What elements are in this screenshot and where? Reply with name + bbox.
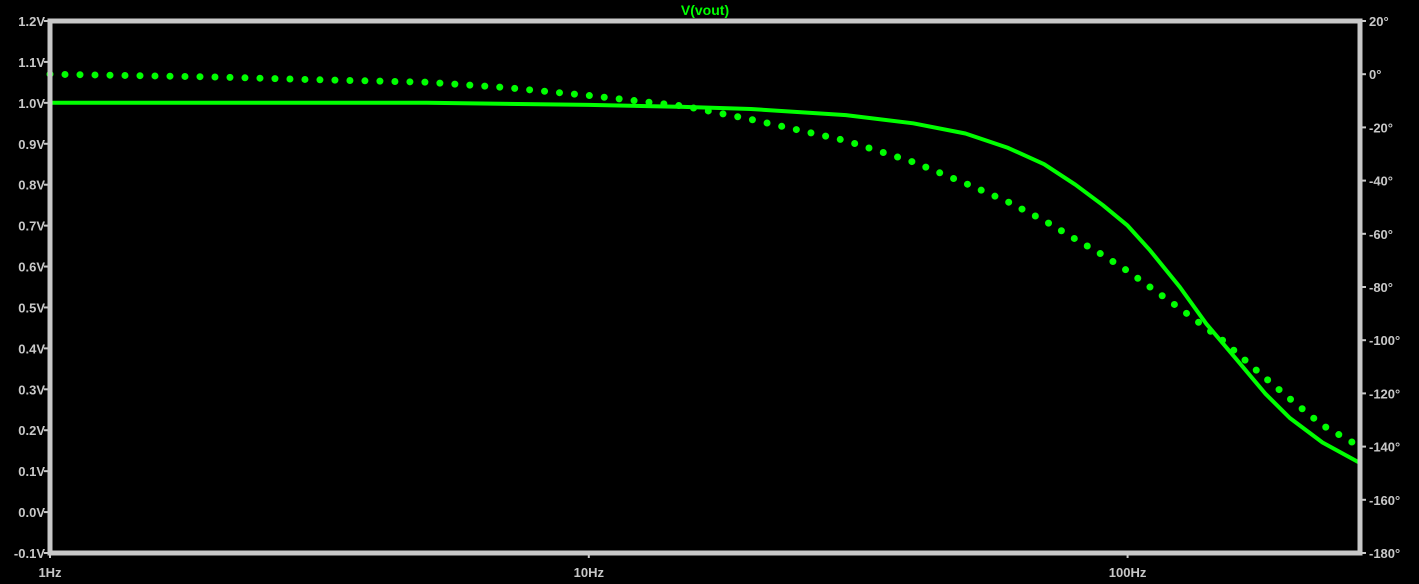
y-tick-label: 0.5V xyxy=(18,300,45,315)
y2-tick-label: -180° xyxy=(1369,546,1400,561)
y2-tick-label: -80° xyxy=(1369,280,1393,295)
y2-tick-label: -160° xyxy=(1369,493,1400,508)
y-tick-label: 1.1V xyxy=(18,55,45,70)
x-tick-label: 10Hz xyxy=(574,565,605,580)
y-tick-label: 0.1V xyxy=(18,464,45,479)
y-tick-label: 0.7V xyxy=(18,219,45,234)
y2-tick-label: 0° xyxy=(1369,67,1381,82)
bode-plot: V(vout) 1.2V 1.1V 1.0V 0.9V 0.8V 0.7V 0.6V 0.5V… xyxy=(0,0,1419,584)
y-tick-label: 0.6V xyxy=(18,260,45,275)
y-tick-label: 0.8V xyxy=(18,178,45,193)
x-tick-label: 100Hz xyxy=(1109,565,1147,580)
y-tick-label: -0.1V xyxy=(14,546,45,561)
y2-tick-label: -20° xyxy=(1369,120,1393,135)
y2-tick-label: -120° xyxy=(1369,386,1400,401)
chart-title: V(vout) xyxy=(681,2,729,18)
y-tick-label: 0.2V xyxy=(18,423,45,438)
plot-background xyxy=(0,0,1419,584)
y-tick-label: 1.0V xyxy=(18,96,45,111)
y-tick-label: 0.3V xyxy=(18,382,45,397)
y-tick-label: 0.4V xyxy=(18,341,45,356)
y2-tick-label: -140° xyxy=(1369,440,1400,455)
x-tick-label: 1Hz xyxy=(38,565,62,580)
y-tick-label: 0.0V xyxy=(18,505,45,520)
y-tick-label: 0.9V xyxy=(18,137,45,152)
y2-tick-label: 20° xyxy=(1369,14,1389,29)
y-tick-label: 1.2V xyxy=(18,14,45,29)
y2-tick-label: -60° xyxy=(1369,227,1393,242)
y2-tick-label: -40° xyxy=(1369,174,1393,189)
y2-tick-label: -100° xyxy=(1369,333,1400,348)
